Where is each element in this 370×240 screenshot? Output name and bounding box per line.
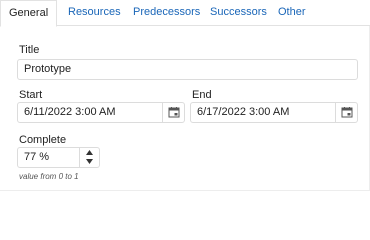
tab-other[interactable]: Other (278, 0, 306, 26)
start-label: Start (19, 89, 43, 101)
tab-general[interactable]: General (0, 0, 58, 27)
calendar-icon (168, 107, 180, 118)
end-label: End (192, 89, 212, 101)
end-date-value: 6/17/2022 3:00 AM (197, 106, 290, 118)
increase-button[interactable] (80, 148, 99, 157)
complete-spinner (79, 148, 99, 167)
title-label: Title (19, 44, 40, 56)
end-date-field[interactable]: 6/17/2022 3:00 AM (190, 102, 358, 123)
start-calendar-button[interactable] (162, 103, 184, 122)
end-calendar-button[interactable] (335, 103, 357, 122)
arrow-up-icon (86, 150, 93, 155)
title-value: Prototype (24, 63, 72, 75)
title-field[interactable]: Prototype (17, 59, 358, 80)
tab-successors[interactable]: Successors (210, 0, 267, 26)
tab-resources[interactable]: Resources (68, 0, 121, 26)
complete-hint: value from 0 to 1 (19, 172, 79, 181)
tab-predecessors[interactable]: Predecessors (133, 0, 200, 26)
tab-strip: General Resources Predecessors Successor… (0, 0, 370, 27)
calendar-icon (341, 107, 353, 118)
arrow-down-icon (86, 159, 93, 164)
complete-label: Complete (19, 134, 67, 146)
start-date-value: 6/11/2022 3:00 AM (24, 106, 116, 118)
complete-value: 77 % (24, 151, 50, 163)
complete-numeric-field[interactable]: 77 % (17, 147, 100, 168)
start-date-field[interactable]: 6/11/2022 3:00 AM (17, 102, 185, 123)
decrease-button[interactable] (80, 157, 99, 166)
general-tab-panel: Title Prototype Start 6/11/2022 3:00 AM … (0, 26, 370, 191)
